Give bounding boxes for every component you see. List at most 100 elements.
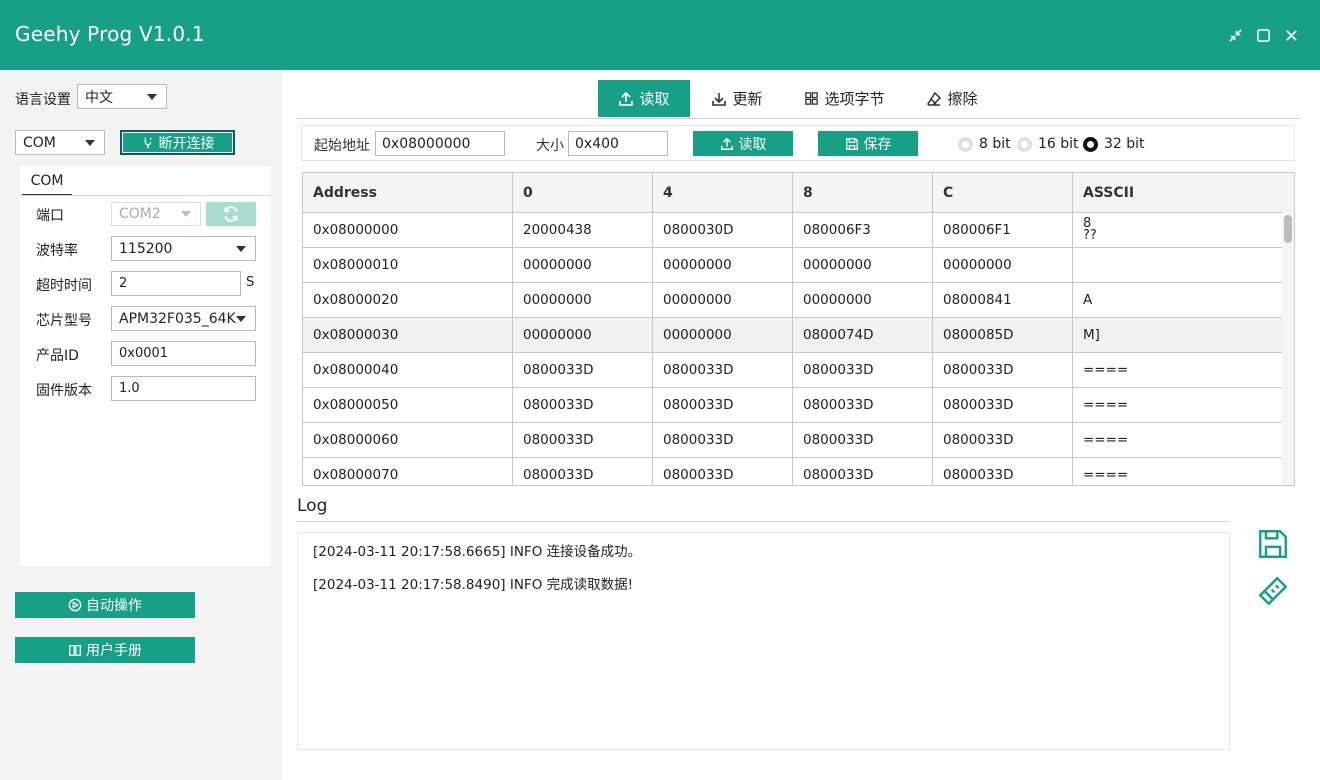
radio-icon — [1017, 136, 1032, 152]
tab-erase-label: 擦除 — [947, 90, 978, 108]
auto-operation-button[interactable]: 自动操作 — [15, 592, 195, 618]
data-cell: 0800033D — [513, 388, 653, 422]
ascii-cell: A — [1073, 283, 1283, 317]
address-cell: 0x08000070 — [303, 458, 513, 485]
book-icon — [69, 644, 81, 656]
minimize-icon[interactable] — [1226, 26, 1244, 44]
ascii-cell: 8 ?? — [1073, 213, 1283, 247]
scrollbar-thumb[interactable] — [1284, 215, 1292, 243]
table-row[interactable]: 0x08000050 0800033D 0800033D 0800033D 08… — [303, 388, 1283, 423]
chip-select[interactable]: APM32F035_64K — [111, 306, 256, 331]
unplug-icon — [144, 137, 151, 148]
baud-label: 波特率 — [36, 243, 78, 259]
size-label: 大小 — [536, 138, 564, 154]
data-cell: 0800033D — [513, 353, 653, 387]
log-entry: [2024-03-11 20:17:58.6665] INFO 连接设备成功。 — [313, 544, 642, 560]
auto-icon — [68, 598, 82, 612]
ascii-cell: ==== — [1073, 458, 1283, 485]
read-button[interactable]: 读取 — [693, 131, 793, 156]
header-col-c: C — [933, 173, 1073, 212]
data-cell: 0800033D — [653, 353, 793, 387]
data-cell: 0800033D — [793, 388, 933, 422]
port-select[interactable]: COM2 — [111, 202, 201, 226]
memory-table: Address 0 4 8 C ASSCII 0x08000000 200004… — [302, 172, 1295, 486]
product-id-input[interactable]: 0x0001 — [111, 341, 256, 366]
port-value: COM2 — [119, 206, 161, 222]
divider — [297, 521, 1230, 522]
table-row[interactable]: 0x08000010 00000000 00000000 00000000 00… — [303, 248, 1283, 283]
firmware-input[interactable]: 1.0 — [111, 376, 256, 401]
save-icon — [845, 137, 858, 150]
main-panel: 读取 更新 选项字节 擦除 起始地址 0x08000000 大小 0x400 读… — [282, 70, 1320, 780]
save-button[interactable]: 保存 — [818, 131, 918, 156]
table-header: Address 0 4 8 C ASSCII — [303, 173, 1283, 213]
data-cell: 0800033D — [653, 423, 793, 457]
upload-icon — [720, 137, 733, 150]
port-label: 端口 — [36, 208, 64, 224]
radio-16bit-label: 16 bit — [1038, 136, 1079, 152]
chip-label: 芯片型号 — [36, 313, 92, 329]
connection-type-select[interactable]: COM — [15, 130, 105, 155]
ascii-cell: ==== — [1073, 423, 1283, 457]
read-toolbar: 起始地址 0x08000000 大小 0x400 读取 保存 8 bit 16 … — [301, 125, 1295, 161]
data-cell: 0800033D — [933, 423, 1073, 457]
table-scrollbar[interactable] — [1282, 173, 1294, 485]
address-cell: 0x08000030 — [303, 318, 513, 352]
data-cell: 0800033D — [933, 353, 1073, 387]
radio-16bit[interactable]: 16 bit — [1017, 136, 1079, 152]
tab-com[interactable]: COM — [22, 171, 72, 196]
language-select[interactable]: 中文 — [77, 84, 167, 109]
radio-32bit[interactable]: 32 bit — [1083, 136, 1145, 152]
radio-8bit[interactable]: 8 bit — [958, 136, 1011, 152]
table-row[interactable]: 0x08000030 00000000 00000000 0800074D 08… — [303, 318, 1283, 353]
window-title: Geehy Prog V1.0.1 — [15, 22, 205, 46]
chevron-down-icon — [85, 139, 95, 146]
tab-update-label: 更新 — [732, 90, 763, 108]
divider — [297, 118, 1300, 119]
table-row[interactable]: 0x08000040 0800033D 0800033D 0800033D 08… — [303, 353, 1283, 388]
clear-log-button[interactable] — [1255, 573, 1291, 609]
table-row[interactable]: 0x08000070 0800033D 0800033D 0800033D 08… — [303, 458, 1283, 485]
connection-type-value: COM — [23, 134, 56, 151]
table-row[interactable]: 0x08000060 0800033D 0800033D 0800033D 08… — [303, 423, 1283, 458]
start-address-input[interactable]: 0x08000000 — [375, 131, 505, 156]
refresh-icon — [224, 206, 238, 222]
tab-read-label: 读取 — [639, 90, 670, 108]
eraser-icon — [927, 91, 942, 106]
firmware-label: 固件版本 — [36, 383, 92, 399]
user-manual-label: 用户手册 — [86, 643, 142, 659]
disconnect-button[interactable]: 断开连接 — [120, 130, 235, 155]
address-cell: 0x08000020 — [303, 283, 513, 317]
tab-update[interactable]: 更新 — [702, 80, 772, 117]
tab-read[interactable]: 读取 — [598, 80, 690, 117]
maximize-icon[interactable] — [1254, 26, 1272, 44]
auto-operation-label: 自动操作 — [86, 598, 142, 614]
radio-icon — [958, 136, 973, 152]
save-log-button[interactable] — [1255, 526, 1291, 562]
data-cell: 0800033D — [513, 423, 653, 457]
ascii-cell — [1073, 248, 1283, 282]
title-bar: Geehy Prog V1.0.1 — [0, 0, 1320, 70]
table-row[interactable]: 0x08000020 00000000 00000000 00000000 08… — [303, 283, 1283, 318]
chevron-down-icon — [147, 93, 157, 100]
upload-icon — [619, 91, 634, 106]
baud-select[interactable]: 115200 — [111, 236, 256, 261]
save-button-label: 保存 — [863, 136, 892, 153]
size-value: 0x400 — [575, 135, 619, 152]
user-manual-button[interactable]: 用户手册 — [15, 637, 195, 663]
size-input[interactable]: 0x400 — [568, 131, 668, 156]
language-label: 语言设置 — [15, 92, 71, 108]
chip-value: APM32F035_64K — [119, 310, 236, 327]
log-output[interactable]: [2024-03-11 20:17:58.6665] INFO 连接设备成功。 … — [297, 532, 1230, 750]
table-row[interactable]: 0x08000000 20000438 0800030D 080006F3 08… — [303, 213, 1283, 248]
data-cell: 0800085D — [933, 318, 1073, 352]
close-icon[interactable] — [1282, 26, 1300, 44]
tab-option-bytes[interactable]: 选项字节 — [797, 80, 892, 117]
data-cell: 0800033D — [933, 388, 1073, 422]
disconnect-label: 断开连接 — [158, 135, 215, 152]
tab-erase[interactable]: 擦除 — [922, 80, 982, 117]
data-cell: 0800030D — [653, 213, 793, 247]
refresh-button[interactable] — [206, 202, 256, 226]
data-cell: 00000000 — [793, 283, 933, 317]
timeout-input[interactable]: 2 — [111, 271, 241, 296]
